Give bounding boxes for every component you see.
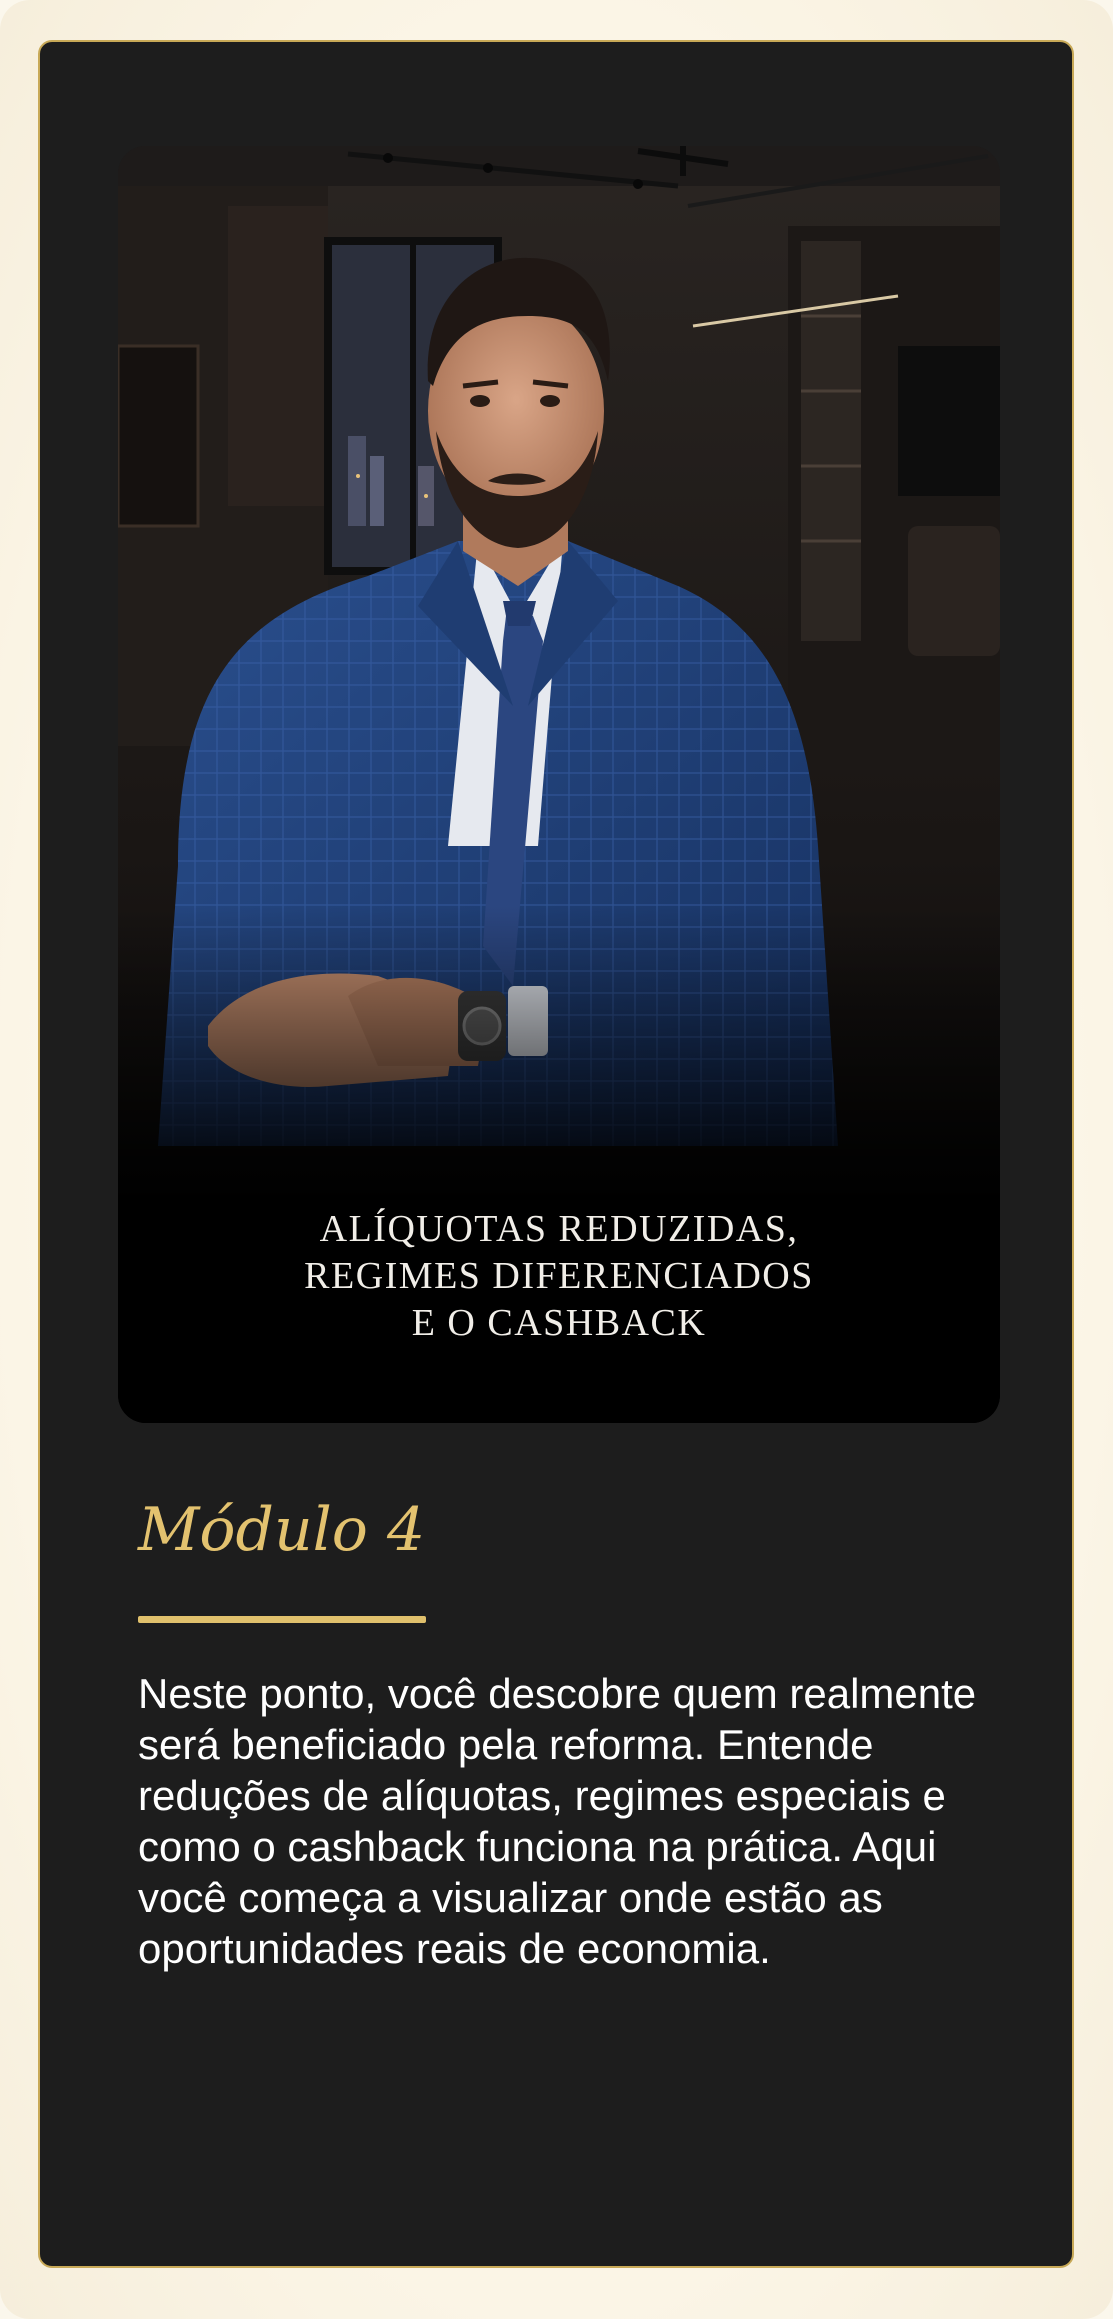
cover-title-line: REGIMES DIFERENCIADOS <box>304 1255 814 1297</box>
module-cover-image: ALÍQUOTAS REDUZIDAS, REGIMES DIFERENCIAD… <box>118 146 1000 1423</box>
module-heading: Módulo 4 <box>138 1495 426 1565</box>
cover-title-line: E O CASHBACK <box>411 1302 707 1344</box>
cover-title: ALÍQUOTAS REDUZIDAS, REGIMES DIFERENCIAD… <box>118 1206 1000 1347</box>
page-frame: ALÍQUOTAS REDUZIDAS, REGIMES DIFERENCIAD… <box>0 0 1113 2319</box>
module-card: ALÍQUOTAS REDUZIDAS, REGIMES DIFERENCIAD… <box>38 40 1074 2268</box>
cover-title-line: ALÍQUOTAS REDUZIDAS, <box>319 1208 799 1250</box>
module-description: Neste ponto, você descobre quem realment… <box>138 1670 977 1972</box>
heading-divider <box>138 1616 426 1623</box>
